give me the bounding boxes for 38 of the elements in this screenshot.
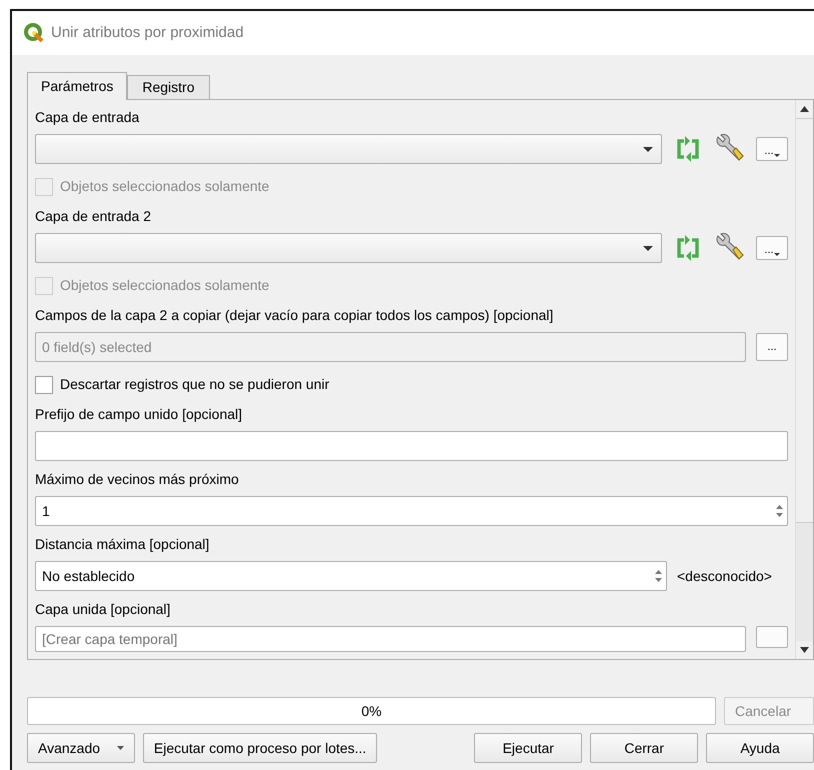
dialog-button[interactable]: Ejecutar como proceso por lotes...	[142, 733, 378, 763]
field-label: Prefijo de campo unido [opcional]	[35, 405, 244, 424]
menu-button[interactable]: ...	[756, 236, 788, 260]
progress-text: 0%	[361, 702, 382, 720]
scroll-down-icon[interactable]	[800, 647, 809, 653]
checkbox-label: Descartar registros que no se pudieron unir	[60, 375, 330, 394]
checkbox[interactable]	[35, 376, 53, 394]
app-logo-icon	[23, 22, 45, 44]
dialog-button[interactable]: Cerrar	[590, 733, 698, 763]
checkbox-label: Objetos seleccionados solamente	[60, 276, 270, 295]
spin-box[interactable]: 1	[35, 496, 788, 526]
field-label: Campos de la capa 2 a copiar (dejar vacío para copiar todos los campos) [opcional]	[35, 306, 554, 325]
output-field[interactable]: [Crear capa temporal]	[35, 626, 746, 652]
text-field[interactable]	[35, 431, 788, 461]
caret-icon[interactable]	[643, 146, 653, 152]
checkbox-label: Objetos seleccionados solamente	[60, 177, 270, 196]
field-label: Capa de entrada 2	[35, 207, 152, 226]
window-title: Unir atributos por proximidad	[51, 22, 244, 43]
dialog-button[interactable]: Ayuda	[706, 733, 814, 763]
dialog-button[interactable]: Avanzado	[27, 733, 135, 763]
menu-button[interactable]: ...	[756, 137, 788, 161]
browse-button[interactable]: ...	[756, 333, 788, 361]
spin-box[interactable]: No establecido	[35, 561, 667, 591]
unit-label: <desconocido>	[677, 566, 772, 586]
field-label: Capa unida [opcional]	[35, 600, 172, 619]
scrollbar[interactable]	[795, 100, 813, 659]
caret-icon[interactable]	[774, 154, 780, 157]
caret-icon[interactable]	[643, 246, 653, 250]
caret-icon[interactable]	[116, 746, 124, 750]
field-label: Distancia máxima [opcional]	[35, 535, 210, 554]
field-label: Capa de entrada	[35, 108, 140, 127]
dialog-button[interactable]: Ejecutar	[474, 733, 582, 763]
tab[interactable]: Registro	[127, 75, 210, 99]
field-label: Máximo de vecinos más próximo	[35, 470, 240, 489]
caret-icon[interactable]	[774, 253, 780, 256]
browse-button[interactable]	[756, 626, 788, 648]
tab[interactable]: Parámetros	[27, 72, 128, 100]
scroll-up-icon[interactable]	[800, 106, 809, 112]
